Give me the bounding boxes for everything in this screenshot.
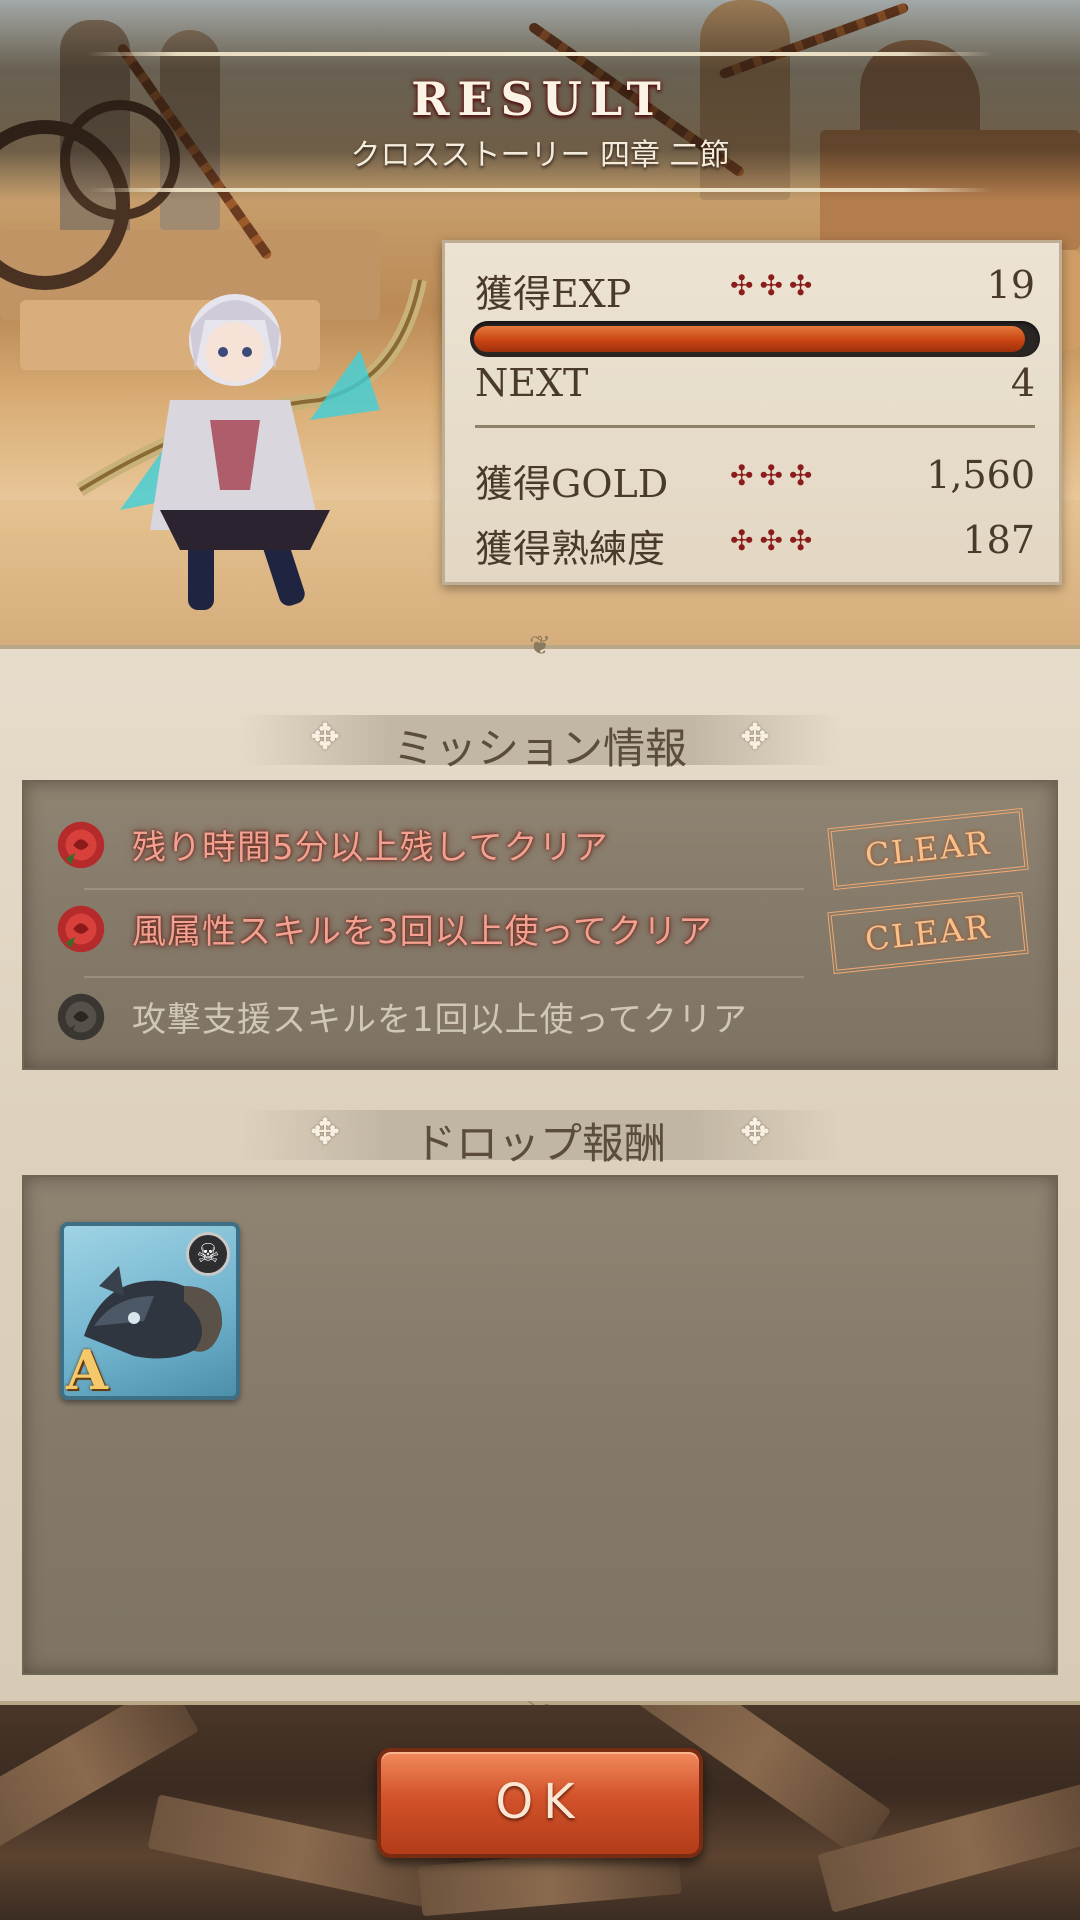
mission-item: 攻撃支援スキルを1回以上使ってクリア <box>52 980 1032 1060</box>
next-row: NEXT 4 <box>475 361 1035 411</box>
reward-stats-panel: 獲得EXP ✣✣✣ 19 NEXT 4 獲得GOLD ✣✣✣ 1,560 獲得熟… <box>442 240 1062 585</box>
mission-item: 残り時間5分以上残してクリア CLEAR <box>52 807 1032 891</box>
mastery-value: 187 <box>962 518 1035 562</box>
mastery-label: 獲得熟練度 <box>475 527 666 571</box>
gold-label: 獲得GOLD <box>475 462 669 506</box>
ornament-icon: ✣✣✣ <box>730 269 819 302</box>
mission-list: 残り時間5分以上残してクリア CLEAR 風属性スキルを3回以上使ってクリア C… <box>22 780 1058 1070</box>
battle-background: RESULT クロスストーリー 四章 二節 獲得EXP ✣✣✣ 19 NEXT … <box>0 0 1080 645</box>
exp-progress-fill <box>474 326 1025 352</box>
exp-row: 獲得EXP ✣✣✣ 19 <box>475 263 1035 316</box>
ok-button[interactable]: OK <box>377 1748 703 1858</box>
ornament-icon: ✣✣✣ <box>730 459 819 492</box>
character-sprite <box>76 278 427 610</box>
drop-section-header: ✥ ドロップ報酬 ✥ <box>240 1110 840 1168</box>
title-bottom-line <box>88 188 992 192</box>
skull-icon: ☠ <box>186 1232 230 1276</box>
stage-name: クロスストーリー 四章 二節 <box>350 138 730 173</box>
next-label: NEXT <box>475 361 589 405</box>
mastery-row: 獲得熟練度 ✣✣✣ 187 <box>475 518 1035 571</box>
mission-divider <box>84 976 804 978</box>
exp-value: 19 <box>986 263 1035 307</box>
mission-item: 風属性スキルを3回以上使ってクリア CLEAR <box>52 891 1032 975</box>
mission-text: 攻撃支援スキルを1回以上使ってクリア <box>132 1000 748 1040</box>
mission-section-header: ✥ ミッション情報 ✥ <box>240 715 840 773</box>
clear-stamp: CLEAR <box>827 807 1029 891</box>
ornament-icon: ✣✣✣ <box>730 524 819 557</box>
rose-icon <box>57 993 105 1041</box>
exp-label: 獲得EXP <box>475 272 632 316</box>
gold-row: 獲得GOLD ✣✣✣ 1,560 <box>475 453 1035 506</box>
result-details-panel: ❦ ✥ ミッション情報 ✥ 残り時間5分以上残してクリア CLEAR 風属性スキ… <box>0 631 1080 1729</box>
next-value: 4 <box>1010 361 1035 405</box>
clear-stamp: CLEAR <box>827 891 1029 975</box>
mission-text: 風属性スキルを3回以上使ってクリア <box>132 912 713 952</box>
item-rank-label: A <box>66 1338 108 1400</box>
gold-value: 1,560 <box>926 453 1035 497</box>
ornament-icon: ✥ <box>739 717 770 758</box>
mission-divider <box>84 888 804 890</box>
rose-icon <box>57 905 105 953</box>
rose-icon <box>57 821 105 869</box>
stats-divider <box>475 425 1035 428</box>
mission-text: 残り時間5分以上残してクリア <box>132 828 609 868</box>
exp-progress-bar <box>470 321 1040 357</box>
drop-item-card[interactable]: ☠ A <box>60 1222 240 1400</box>
lotus-ornament-icon: ❦ <box>529 631 551 661</box>
result-title: RESULT <box>411 72 669 126</box>
ornament-icon: ✥ <box>739 1112 770 1153</box>
title-top-line <box>88 52 992 56</box>
